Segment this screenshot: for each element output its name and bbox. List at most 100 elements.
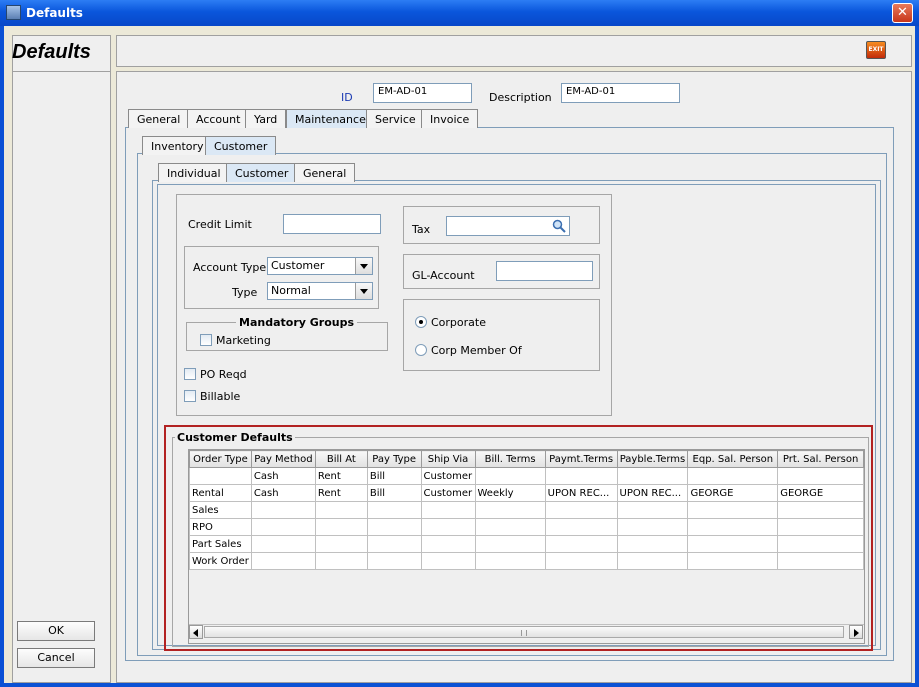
- po-reqd-checkbox[interactable]: [184, 368, 196, 380]
- scroll-right-icon[interactable]: [849, 625, 863, 639]
- column-header[interactable]: Pay Type: [366, 450, 422, 468]
- tab-service[interactable]: Service: [366, 109, 425, 128]
- table-cell[interactable]: [687, 535, 779, 553]
- table-cell[interactable]: [687, 518, 779, 536]
- table-row[interactable]: RPO: [189, 518, 864, 536]
- table-cell[interactable]: [544, 501, 618, 519]
- tab-general[interactable]: General: [128, 109, 190, 128]
- table-cell[interactable]: Work Order: [189, 552, 252, 570]
- account-type-select[interactable]: Customer: [267, 257, 373, 275]
- table-cell[interactable]: [777, 552, 864, 570]
- table-cell[interactable]: [420, 501, 476, 519]
- table-row[interactable]: Sales: [189, 501, 864, 519]
- table-cell[interactable]: [250, 535, 316, 553]
- customer-defaults-table[interactable]: Order Type Pay Method Bill At Pay Type Ship …: [189, 450, 864, 570]
- table-cell[interactable]: [314, 501, 368, 519]
- table-cell[interactable]: [777, 501, 864, 519]
- table-cell[interactable]: UPON REC...: [544, 484, 618, 502]
- table-cell[interactable]: [250, 501, 316, 519]
- ok-button[interactable]: OK: [17, 621, 95, 641]
- table-cell[interactable]: [366, 552, 422, 570]
- table-cell[interactable]: Cash: [250, 484, 316, 502]
- table-cell[interactable]: [544, 467, 618, 485]
- close-icon[interactable]: ✕: [892, 3, 913, 23]
- id-field[interactable]: EM-AD-01: [373, 83, 472, 103]
- scroll-thumb[interactable]: [204, 626, 844, 638]
- chevron-down-icon[interactable]: [355, 283, 372, 299]
- table-cell[interactable]: [474, 518, 546, 536]
- tab-individual[interactable]: Individual: [158, 163, 230, 182]
- scroll-left-icon[interactable]: [189, 625, 203, 639]
- table-cell[interactable]: Bill: [366, 467, 422, 485]
- column-header[interactable]: Pay Method: [250, 450, 316, 468]
- billable-checkbox[interactable]: [184, 390, 196, 402]
- table-cell[interactable]: [777, 518, 864, 536]
- gl-account-field[interactable]: [496, 261, 593, 281]
- table-cell[interactable]: Customer: [420, 484, 476, 502]
- column-header[interactable]: Bill. Terms: [474, 450, 546, 468]
- table-row[interactable]: Cash Rent Bill Customer: [189, 467, 864, 485]
- table-cell[interactable]: Customer: [420, 467, 476, 485]
- column-header[interactable]: Ship Via: [420, 450, 476, 468]
- table-cell[interactable]: [687, 552, 779, 570]
- table-cell[interactable]: [420, 535, 476, 553]
- column-header[interactable]: Paymt.Terms: [544, 450, 618, 468]
- credit-limit-field[interactable]: [283, 214, 381, 234]
- table-cell[interactable]: Rent: [314, 484, 368, 502]
- tab-customer[interactable]: Customer: [205, 136, 277, 155]
- table-cell[interactable]: Rental: [189, 484, 252, 502]
- table-cell[interactable]: GEORGE: [777, 484, 864, 502]
- table-cell[interactable]: Weekly: [474, 484, 546, 502]
- type-select[interactable]: Normal: [267, 282, 373, 300]
- corp-member-radio[interactable]: [415, 344, 427, 356]
- table-cell[interactable]: [544, 518, 618, 536]
- customer-defaults-grid[interactable]: Order Type Pay Method Bill At Pay Type Ship …: [188, 449, 865, 644]
- table-cell[interactable]: [687, 501, 779, 519]
- tab-yard[interactable]: Yard: [245, 109, 287, 128]
- table-row[interactable]: Work Order: [189, 552, 864, 570]
- table-cell[interactable]: [314, 535, 368, 553]
- table-cell[interactable]: Bill: [366, 484, 422, 502]
- table-cell[interactable]: [474, 467, 546, 485]
- table-cell[interactable]: Rent: [314, 467, 368, 485]
- table-cell[interactable]: [366, 535, 422, 553]
- table-cell[interactable]: [366, 501, 422, 519]
- table-cell[interactable]: Sales: [189, 501, 252, 519]
- tab-customer-sub[interactable]: Customer: [226, 163, 298, 182]
- table-cell[interactable]: [616, 518, 689, 536]
- table-cell[interactable]: [314, 552, 368, 570]
- table-cell[interactable]: [474, 552, 546, 570]
- tax-field[interactable]: [446, 216, 570, 236]
- table-row[interactable]: Rental Cash Rent Bill Customer Weekly UPON REC…: [189, 484, 864, 502]
- tab-invoice[interactable]: Invoice: [421, 109, 479, 128]
- cancel-button[interactable]: Cancel: [17, 648, 95, 668]
- marketing-checkbox[interactable]: [200, 334, 212, 346]
- search-icon[interactable]: [552, 219, 566, 233]
- table-cell[interactable]: [777, 535, 864, 553]
- table-row[interactable]: Part Sales: [189, 535, 864, 553]
- table-cell[interactable]: [544, 552, 618, 570]
- chevron-down-icon[interactable]: [355, 258, 372, 274]
- table-cell[interactable]: [616, 552, 689, 570]
- table-cell[interactable]: [544, 535, 618, 553]
- table-cell[interactable]: [420, 518, 476, 536]
- table-cell[interactable]: [616, 501, 689, 519]
- column-header[interactable]: Payble.Terms: [616, 450, 689, 468]
- column-header[interactable]: Eqp. Sal. Person: [687, 450, 779, 468]
- tab-account[interactable]: Account: [187, 109, 250, 128]
- table-cell[interactable]: [474, 501, 546, 519]
- table-cell[interactable]: [189, 467, 252, 485]
- table-cell[interactable]: Cash: [250, 467, 316, 485]
- column-header[interactable]: Bill At: [314, 450, 368, 468]
- table-cell[interactable]: [420, 552, 476, 570]
- column-header[interactable]: Order Type: [189, 450, 252, 468]
- table-cell[interactable]: GEORGE: [687, 484, 779, 502]
- table-cell[interactable]: UPON REC...: [616, 484, 689, 502]
- table-cell[interactable]: [616, 467, 689, 485]
- table-cell[interactable]: [616, 535, 689, 553]
- table-cell[interactable]: [777, 467, 864, 485]
- table-cell[interactable]: RPO: [189, 518, 252, 536]
- table-cell[interactable]: Part Sales: [189, 535, 252, 553]
- table-cell[interactable]: [474, 535, 546, 553]
- corporate-radio[interactable]: [415, 316, 427, 328]
